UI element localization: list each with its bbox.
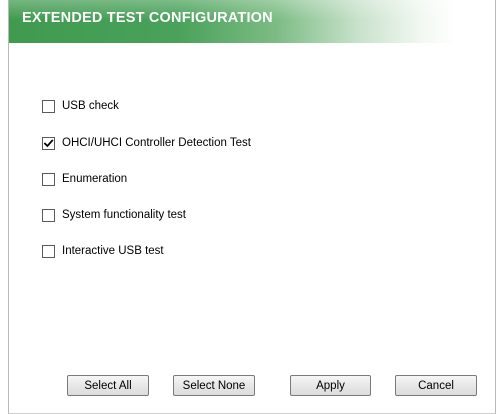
option-label: OHCI/UHCI Controller Detection Test: [62, 137, 251, 149]
cancel-button[interactable]: Cancel: [395, 375, 477, 396]
option-enumeration[interactable]: Enumeration: [42, 171, 127, 187]
checkbox[interactable]: [42, 99, 55, 113]
option-label: Enumeration: [62, 173, 128, 185]
checkbox[interactable]: [42, 208, 55, 222]
checkmark-icon: [43, 138, 54, 147]
option-system-functionality-test[interactable]: System functionality test: [42, 207, 186, 223]
select-none-button[interactable]: Select None: [173, 375, 255, 396]
option-label: Interactive USB test: [62, 245, 164, 257]
option-label: System functionality test: [62, 209, 186, 221]
dialog-title: EXTENDED TEST CONFIGURATION: [22, 10, 273, 26]
dialog-header: EXTENDED TEST CONFIGURATION: [9, 0, 495, 43]
option-label: USB check: [62, 100, 119, 112]
option-interactive-usb-test[interactable]: Interactive USB test: [42, 243, 164, 259]
checkbox[interactable]: [42, 244, 55, 258]
option-usb-check[interactable]: USB check: [42, 98, 119, 114]
checkbox[interactable]: [42, 136, 55, 150]
select-all-button[interactable]: Select All: [67, 375, 149, 396]
option-ohci-uhci-controller-detection-test[interactable]: OHCI/UHCI Controller Detection Test: [42, 135, 251, 151]
apply-button[interactable]: Apply: [290, 375, 371, 396]
checkbox[interactable]: [42, 172, 55, 186]
